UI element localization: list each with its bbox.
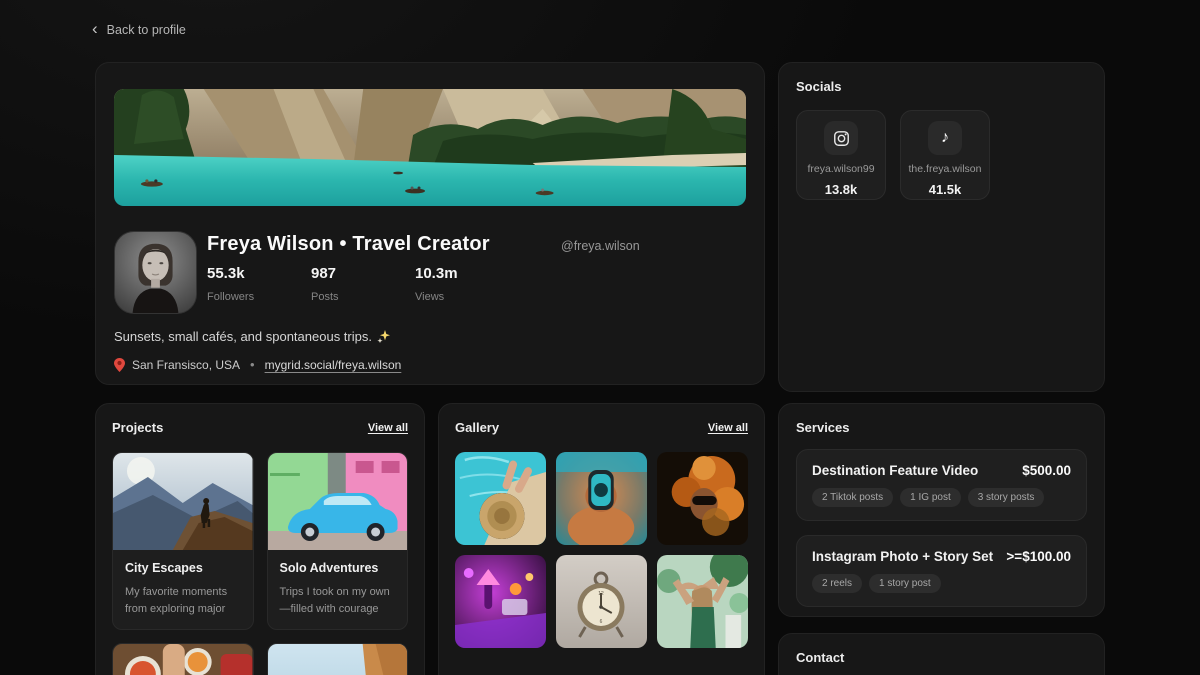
social-tile-tiktok[interactable]: ♪ the.freya.wilson 41.5k bbox=[900, 110, 990, 200]
project-image-food-table bbox=[113, 644, 253, 675]
service-price: $500.00 bbox=[1022, 463, 1071, 478]
profile-card: Freya Wilson • Travel Creator 55.3k Foll… bbox=[95, 62, 765, 385]
project-card-city-escapes[interactable]: City Escapes My favorite moments from ex… bbox=[112, 452, 254, 630]
profile-name: Freya Wilson • Travel Creator bbox=[207, 233, 519, 256]
tiktok-username: the.freya.wilson bbox=[909, 163, 982, 175]
profile-header: Freya Wilson • Travel Creator 55.3k Foll… bbox=[114, 231, 746, 314]
gallery-image-alarm-clock[interactable]: 12 6 bbox=[556, 555, 647, 648]
service-badge: 2 reels bbox=[812, 574, 862, 593]
profile-stats: 55.3k Followers 987 Posts 10.3m Views bbox=[207, 265, 519, 303]
website-link[interactable]: mygrid.social/freya.wilson bbox=[265, 358, 402, 372]
gallery-image-festival[interactable] bbox=[657, 555, 748, 648]
gallery-view-all-button[interactable]: View all bbox=[708, 422, 748, 434]
tiktok-followers: 41.5k bbox=[929, 182, 962, 197]
instagram-username: freya.wilson99 bbox=[807, 163, 874, 175]
separator-dot: • bbox=[250, 357, 255, 372]
instagram-followers: 13.8k bbox=[825, 182, 858, 197]
service-item-destination-video[interactable]: Destination Feature Video $500.00 2 Tikt… bbox=[796, 449, 1087, 521]
gallery-image-orange-hair[interactable] bbox=[657, 452, 748, 545]
socials-card: Socials freya.wilson99 13.8k ♪ the.freya… bbox=[778, 62, 1105, 392]
project-image-hiker bbox=[113, 453, 253, 550]
location-text: San Fransisco, USA bbox=[132, 358, 240, 372]
gallery-image-neon-bar[interactable] bbox=[455, 555, 546, 648]
projects-title: Projects bbox=[112, 420, 163, 435]
profile-bio: Sunsets, small cafés, and spontaneous tr… bbox=[114, 329, 746, 344]
gallery-title: Gallery bbox=[455, 420, 499, 435]
projects-card: Projects View all bbox=[95, 403, 425, 675]
instagram-icon bbox=[824, 121, 858, 155]
project-image-canyon bbox=[268, 644, 408, 675]
gallery-image-pool-hat[interactable] bbox=[455, 452, 546, 545]
socials-title: Socials bbox=[796, 79, 1087, 94]
service-badge: 1 IG post bbox=[900, 488, 961, 507]
gallery-card: Gallery View all bbox=[438, 403, 765, 675]
service-badge: 2 Tiktok posts bbox=[812, 488, 893, 507]
stat-posts: 987 Posts bbox=[311, 265, 415, 303]
avatar bbox=[114, 231, 197, 314]
project-title: City Escapes bbox=[125, 561, 241, 575]
profile-handle: @freya.wilson bbox=[561, 239, 640, 253]
project-description: Trips I took on my own—filled with coura… bbox=[280, 584, 396, 617]
service-item-instagram-set[interactable]: Instagram Photo + Story Set >=$100.00 2 … bbox=[796, 535, 1087, 607]
gallery-image-man-cup[interactable] bbox=[556, 452, 647, 545]
project-card-cropped[interactable] bbox=[112, 643, 254, 675]
service-badge: 1 story post bbox=[869, 574, 941, 593]
project-card-solo-adventures[interactable]: Solo Adventures Trips I took on my own—f… bbox=[267, 452, 409, 630]
back-label: Back to profile bbox=[107, 23, 186, 37]
cover-photo bbox=[114, 89, 746, 206]
tiktok-icon: ♪ bbox=[928, 121, 962, 155]
services-card: Services Destination Feature Video $500.… bbox=[778, 403, 1105, 617]
contact-title: Contact bbox=[796, 650, 1087, 665]
location-pin-icon bbox=[114, 358, 125, 372]
service-badge: 3 story posts bbox=[968, 488, 1045, 507]
svg-text:6: 6 bbox=[600, 619, 603, 625]
service-price: >=$100.00 bbox=[1006, 549, 1071, 564]
project-image-blue-car bbox=[268, 453, 408, 550]
chevron-left-icon: ‹ bbox=[92, 20, 98, 37]
contact-card: Contact bbox=[778, 633, 1105, 675]
stat-views: 10.3m Views bbox=[415, 265, 519, 303]
services-title: Services bbox=[796, 420, 1087, 435]
service-title: Instagram Photo + Story Set bbox=[812, 549, 993, 564]
sparkles-icon bbox=[377, 330, 390, 343]
project-description: My favorite moments from exploring major bbox=[125, 584, 241, 617]
stat-followers: 55.3k Followers bbox=[207, 265, 311, 303]
service-title: Destination Feature Video bbox=[812, 463, 978, 478]
project-card-cropped[interactable] bbox=[267, 643, 409, 675]
back-to-profile-link[interactable]: ‹ Back to profile bbox=[92, 22, 186, 37]
social-tile-instagram[interactable]: freya.wilson99 13.8k bbox=[796, 110, 886, 200]
svg-text:12: 12 bbox=[598, 591, 604, 597]
location-row: San Fransisco, USA • mygrid.social/freya… bbox=[114, 357, 746, 372]
projects-view-all-button[interactable]: View all bbox=[368, 422, 408, 434]
project-title: Solo Adventures bbox=[280, 561, 396, 575]
